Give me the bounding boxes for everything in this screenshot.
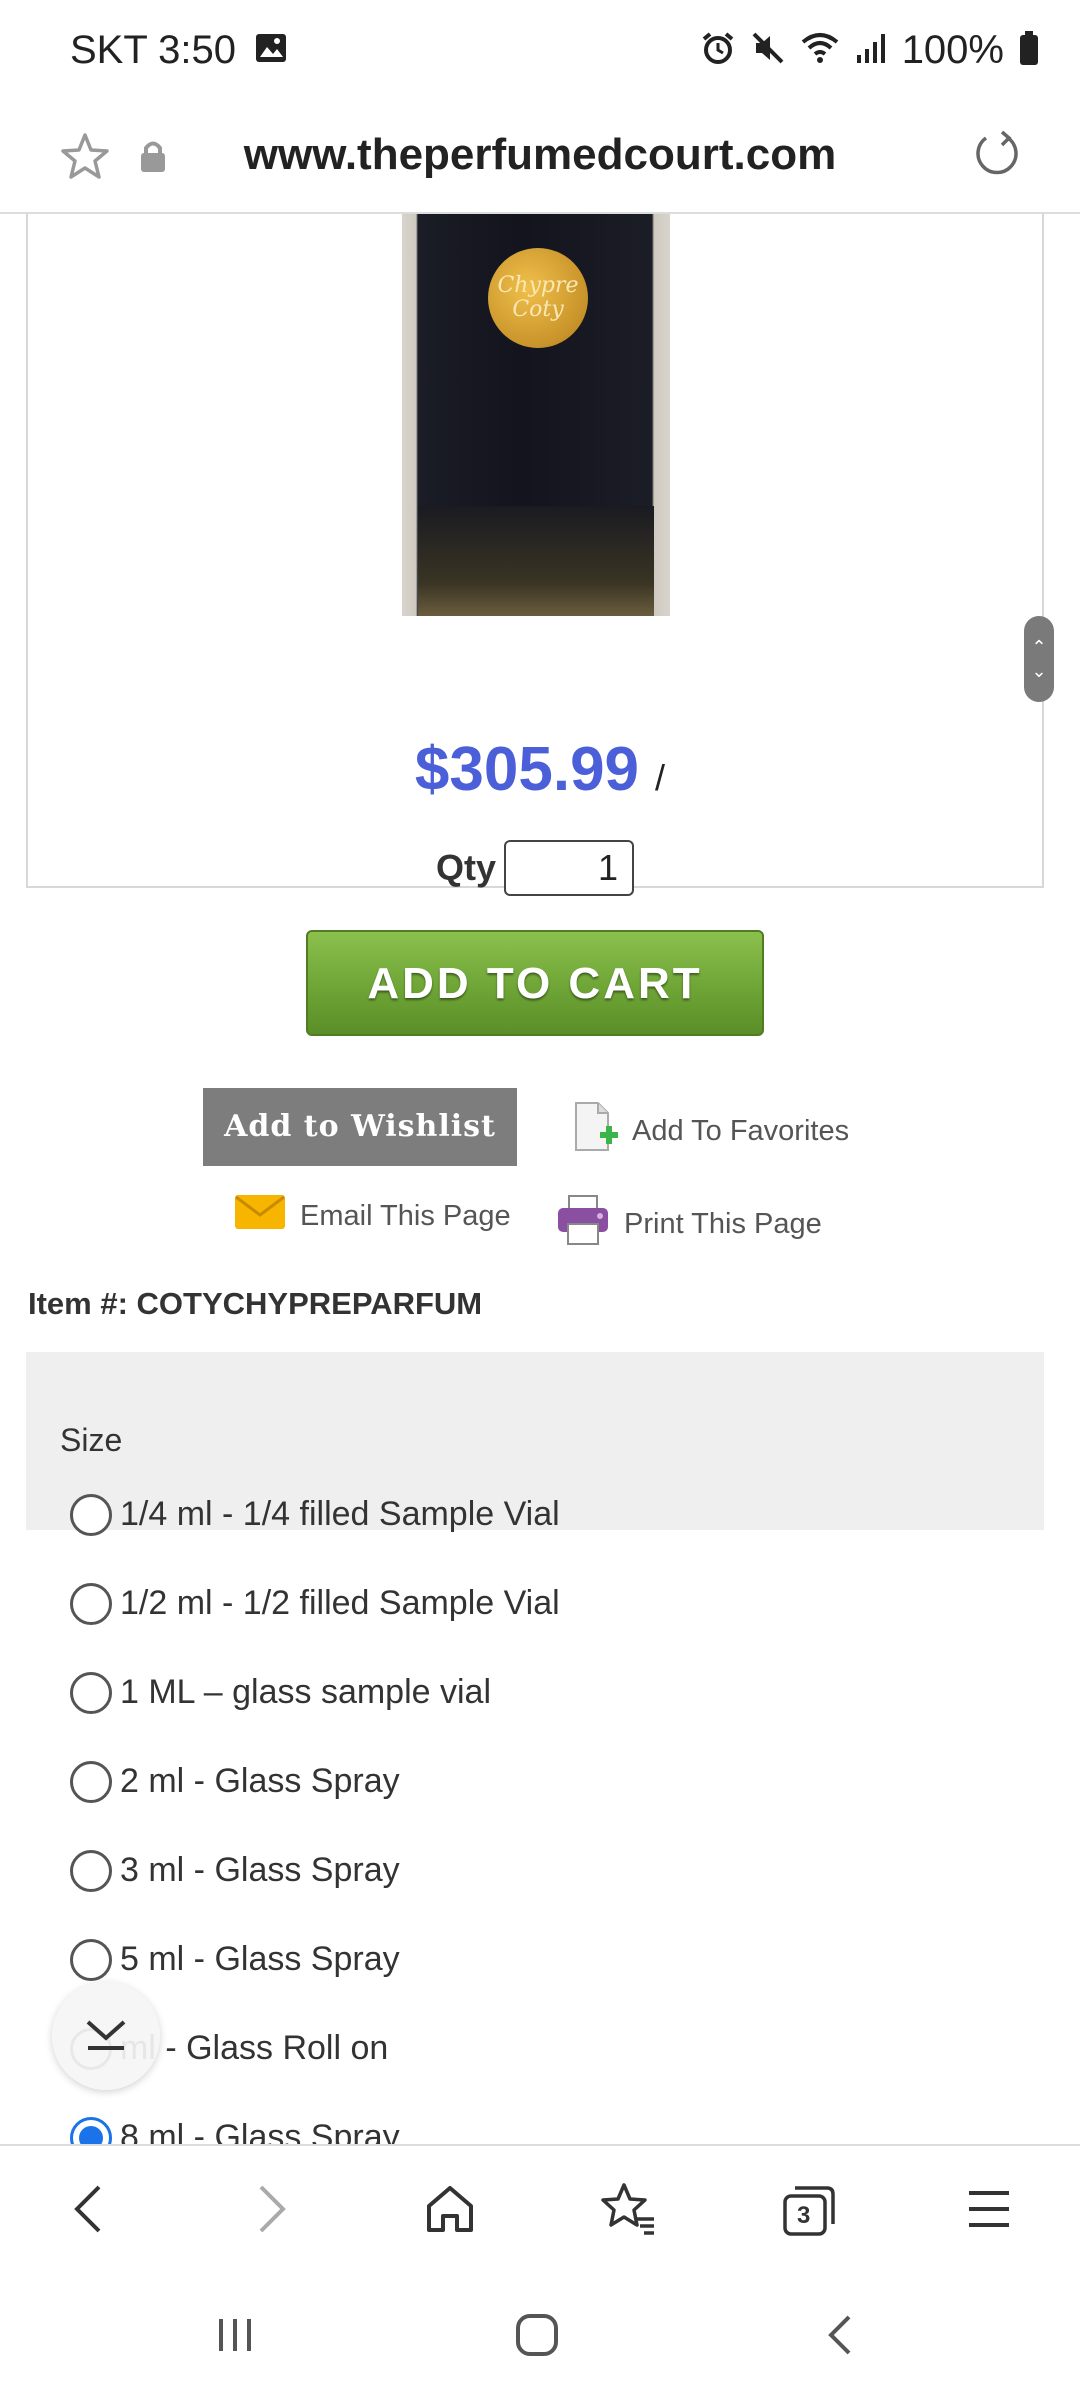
url-text[interactable]: www.theperfumedcourt.com bbox=[0, 130, 1080, 180]
url-bar[interactable]: www.theperfumedcourt.com bbox=[0, 108, 1080, 214]
email-this-page-label: Email This Page bbox=[300, 1199, 511, 1232]
browser-toolbar: 3 bbox=[0, 2144, 1080, 2272]
size-option[interactable]: 2 ml - Glass Spray bbox=[70, 1737, 560, 1826]
size-option-label: 1/2 ml - 1/2 filled Sample Vial bbox=[120, 1584, 560, 1622]
system-navigation-bar bbox=[0, 2272, 1080, 2400]
page-content[interactable]: Chypre Coty ⌃ ⌄ $305.99 / Qty ADD TO CART… bbox=[0, 214, 1080, 2144]
qty-input[interactable] bbox=[504, 840, 635, 896]
menu-button[interactable] bbox=[954, 2176, 1024, 2246]
size-option[interactable]: 5 ml - Glass Spray bbox=[70, 1915, 560, 2004]
size-option-label: 3 ml - Glass Spray bbox=[120, 1851, 400, 1889]
status-time: SKT 3:50 bbox=[70, 28, 237, 72]
forward-button[interactable] bbox=[236, 2176, 306, 2246]
radio-button[interactable] bbox=[70, 1938, 112, 1981]
print-this-page-link[interactable]: Print This Page bbox=[556, 1194, 822, 1254]
star-list-icon bbox=[600, 2181, 658, 2242]
bookmarks-button[interactable] bbox=[594, 2176, 664, 2246]
size-option[interactable]: 1 ML – glass sample vial bbox=[70, 1648, 560, 1737]
size-title: Size bbox=[60, 1422, 123, 1458]
chevron-left-icon bbox=[69, 2181, 109, 2242]
product-image[interactable]: Chypre Coty bbox=[402, 214, 670, 616]
qty-label: Qty bbox=[436, 847, 497, 888]
gallery-icon bbox=[254, 31, 288, 70]
bottle-label-line1: Chypre bbox=[497, 273, 579, 298]
size-option[interactable]: 1/2 ml - 1/2 filled Sample Vial bbox=[70, 1559, 560, 1648]
home-nav-button[interactable] bbox=[502, 2302, 572, 2372]
reload-icon[interactable] bbox=[968, 126, 1024, 187]
alarm-icon bbox=[700, 30, 736, 71]
tabs-count: 3 bbox=[797, 2202, 811, 2229]
back-button[interactable] bbox=[54, 2176, 124, 2246]
add-to-cart-button[interactable]: ADD TO CART bbox=[306, 930, 764, 1036]
radio-button[interactable] bbox=[70, 1760, 112, 1803]
add-document-icon bbox=[570, 1100, 620, 1162]
battery-level: 100% bbox=[901, 28, 1004, 72]
arrow-down-to-line-icon bbox=[82, 2014, 130, 2059]
add-to-favorites-label: Add To Favorites bbox=[632, 1114, 850, 1147]
scroll-to-bottom-button[interactable] bbox=[52, 1982, 160, 2090]
size-option[interactable]: 1/4 ml - 1/4 filled Sample Vial bbox=[70, 1470, 560, 1559]
scroll-handle[interactable]: ⌃ ⌄ bbox=[1024, 616, 1054, 702]
signal-icon bbox=[854, 31, 888, 70]
item-number: Item #: COTYCHYPREPARFUM bbox=[28, 1286, 483, 1321]
quantity-row: Qty bbox=[436, 840, 635, 896]
chevron-right-icon bbox=[251, 2181, 291, 2242]
size-option-label: 5 ml - Glass Spray bbox=[120, 1940, 400, 1978]
tabs-button[interactable]: 3 bbox=[774, 2176, 844, 2246]
recent-apps-icon bbox=[213, 2313, 257, 2362]
radio-button[interactable] bbox=[70, 1849, 112, 1892]
home-button[interactable] bbox=[415, 2176, 485, 2246]
radio-button[interactable] bbox=[70, 2116, 112, 2144]
radio-button[interactable] bbox=[70, 1493, 112, 1536]
radio-button[interactable] bbox=[70, 1671, 112, 1714]
home-square-icon bbox=[513, 2311, 561, 2364]
status-bar: SKT 3:50 100% bbox=[0, 0, 1080, 108]
size-option-label: 8 ml - Glass Spray bbox=[120, 2118, 400, 2144]
back-arrow-icon bbox=[821, 2311, 861, 2364]
recent-apps-button[interactable] bbox=[200, 2302, 270, 2372]
size-option-label: ml - Glass Roll on bbox=[120, 2029, 389, 2067]
hamburger-menu-icon bbox=[965, 2187, 1013, 2236]
size-option[interactable]: 3 ml - Glass Spray bbox=[70, 1826, 560, 1915]
chevron-up-icon: ⌃ bbox=[1031, 637, 1047, 657]
tabs-icon: 3 bbox=[781, 2184, 837, 2238]
back-nav-button[interactable] bbox=[806, 2302, 876, 2372]
print-this-page-label: Print This Page bbox=[624, 1207, 822, 1240]
size-option[interactable]: 8 ml - Glass Spray bbox=[70, 2093, 560, 2144]
product-price: $305.99 bbox=[414, 735, 640, 804]
bottle-label: Chypre Coty bbox=[488, 248, 588, 348]
radio-button[interactable] bbox=[70, 1582, 112, 1625]
size-option-label: 1/4 ml - 1/4 filled Sample Vial bbox=[120, 1495, 560, 1533]
bottle-liquid bbox=[418, 506, 654, 616]
chevron-down-icon: ⌄ bbox=[1031, 661, 1047, 681]
size-option-label: 2 ml - Glass Spray bbox=[120, 1762, 400, 1800]
add-to-wishlist-button[interactable]: Add to Wishlist bbox=[203, 1088, 517, 1166]
price-row: $305.99 / bbox=[0, 734, 1080, 805]
envelope-icon bbox=[234, 1194, 286, 1238]
home-icon bbox=[423, 2182, 477, 2241]
mute-icon bbox=[750, 30, 786, 71]
email-this-page-link[interactable]: Email This Page bbox=[234, 1194, 511, 1238]
price-suffix: / bbox=[655, 757, 666, 798]
add-to-favorites-link[interactable]: Add To Favorites bbox=[570, 1100, 849, 1162]
bottle-label-line2: Coty bbox=[512, 297, 564, 322]
wifi-icon bbox=[800, 30, 840, 71]
size-option-label: 1 ML – glass sample vial bbox=[120, 1673, 492, 1711]
printer-icon bbox=[556, 1194, 610, 1254]
battery-icon bbox=[1018, 30, 1040, 71]
